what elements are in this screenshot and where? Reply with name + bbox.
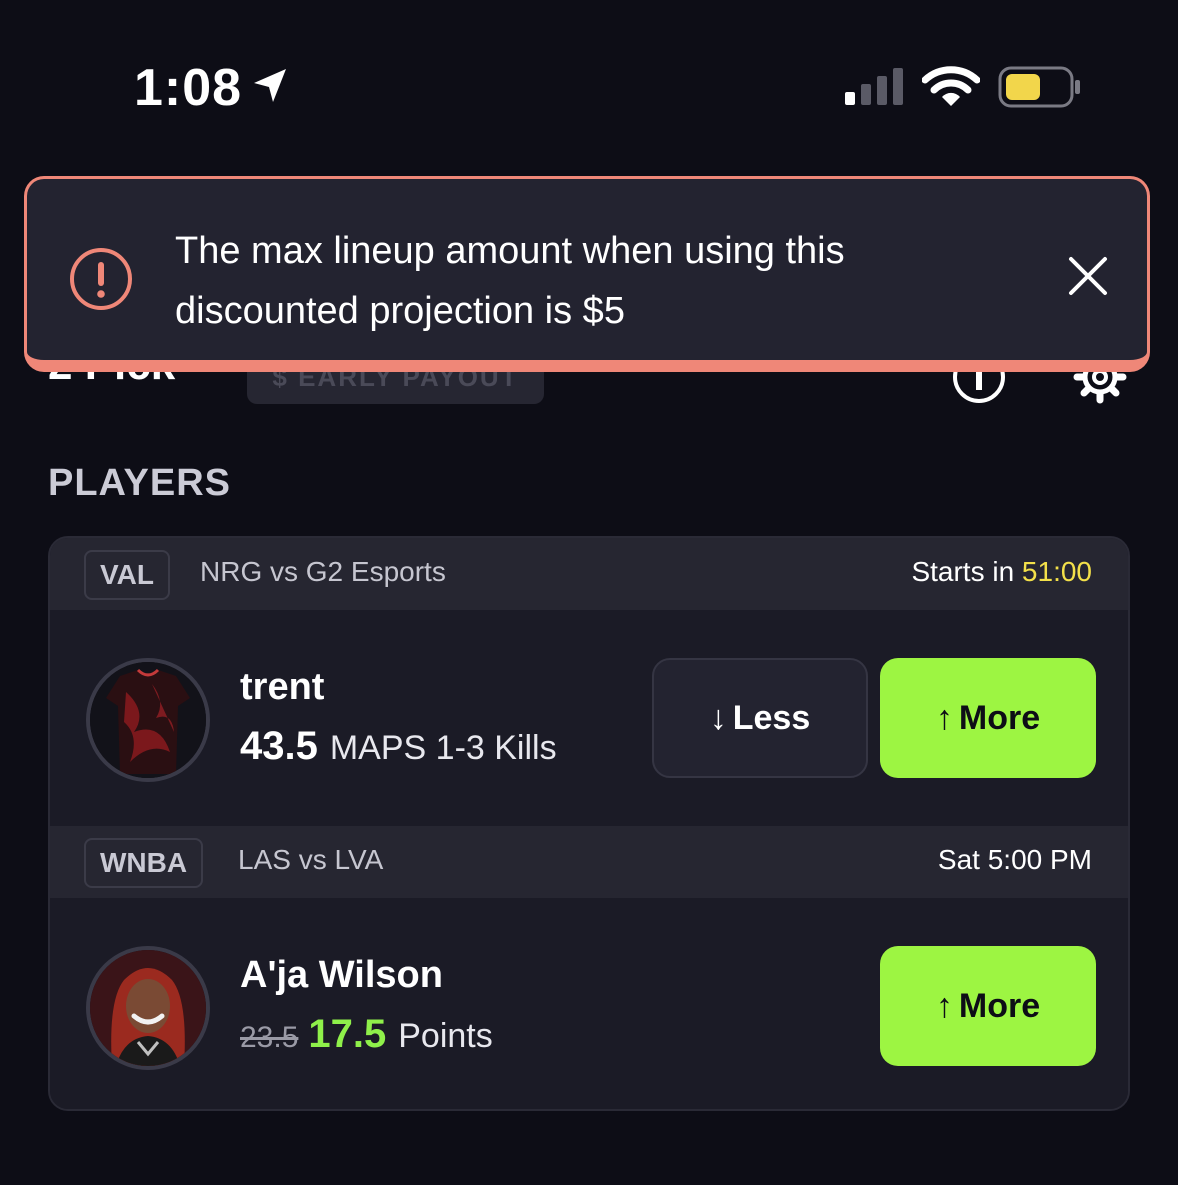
player-avatar-jersey <box>86 658 210 782</box>
battery-icon <box>998 66 1080 108</box>
less-button[interactable]: ↓ Less <box>652 658 868 778</box>
start-time: Sat 5:00 PM <box>937 844 1092 875</box>
original-line-value: 23.5 <box>240 1021 299 1054</box>
stat-type: MAPS 1-3 Kills <box>329 729 557 767</box>
player-photo-icon <box>90 950 206 1066</box>
toast-message: The max lineup amount when using this di… <box>175 230 845 332</box>
wifi-icon <box>922 66 980 106</box>
cellular-signal-icon <box>845 68 903 105</box>
arrow-down-icon: ↓ <box>709 699 727 737</box>
arrow-up-icon: ↑ <box>935 699 953 737</box>
line-value: 43.5 <box>240 724 318 768</box>
more-button[interactable]: ↑ More <box>880 658 1096 778</box>
stat-type: Points <box>398 1017 493 1055</box>
start-label: Starts in <box>911 556 1022 587</box>
status-time: 1:08 <box>134 59 243 117</box>
close-icon[interactable] <box>1063 251 1113 301</box>
players-card: VAL NRG vs G2 Esports Starts in 51:00 tr… <box>48 536 1130 1111</box>
location-arrow-icon <box>254 69 286 102</box>
more-label: More <box>958 987 1041 1025</box>
league-badge: WNBA <box>84 838 204 888</box>
alert-circle-icon <box>70 248 132 310</box>
matchup: LAS vs LVA <box>238 844 384 875</box>
players-section-title: PLAYERS <box>48 462 231 504</box>
projection-line: 23.5 17.5 Points <box>240 1012 493 1057</box>
player-row: A'ja Wilson 23.5 17.5 Points ↑ More <box>50 898 1128 1109</box>
projection-line: 43.5 MAPS 1-3 Kills <box>240 724 557 769</box>
more-button[interactable]: ↑ More <box>880 946 1096 1066</box>
more-label: More <box>958 699 1041 737</box>
player-row: trent 43.5 MAPS 1-3 Kills ↓ Less ↑ More <box>50 610 1128 826</box>
status-bar: 1:08 <box>0 0 1178 160</box>
player-name: trent <box>240 666 325 708</box>
game-header: WNBA LAS vs LVA Sat 5:00 PM <box>50 826 1128 898</box>
discount-warning-toast: The max lineup amount when using this di… <box>24 176 1150 372</box>
discounted-line-value: 17.5 <box>308 1012 387 1056</box>
less-label: Less <box>732 699 811 737</box>
player-avatar-photo <box>86 946 210 1070</box>
jersey-icon <box>90 662 206 778</box>
player-name: A'ja Wilson <box>240 954 443 996</box>
arrow-up-icon: ↑ <box>935 987 953 1025</box>
matchup: NRG vs G2 Esports <box>200 556 446 587</box>
game-header: VAL NRG vs G2 Esports Starts in 51:00 <box>50 538 1128 610</box>
countdown-value: 51:00 <box>1021 556 1092 587</box>
league-badge: VAL <box>84 550 170 600</box>
start-countdown: Starts in 51:00 <box>911 556 1092 588</box>
